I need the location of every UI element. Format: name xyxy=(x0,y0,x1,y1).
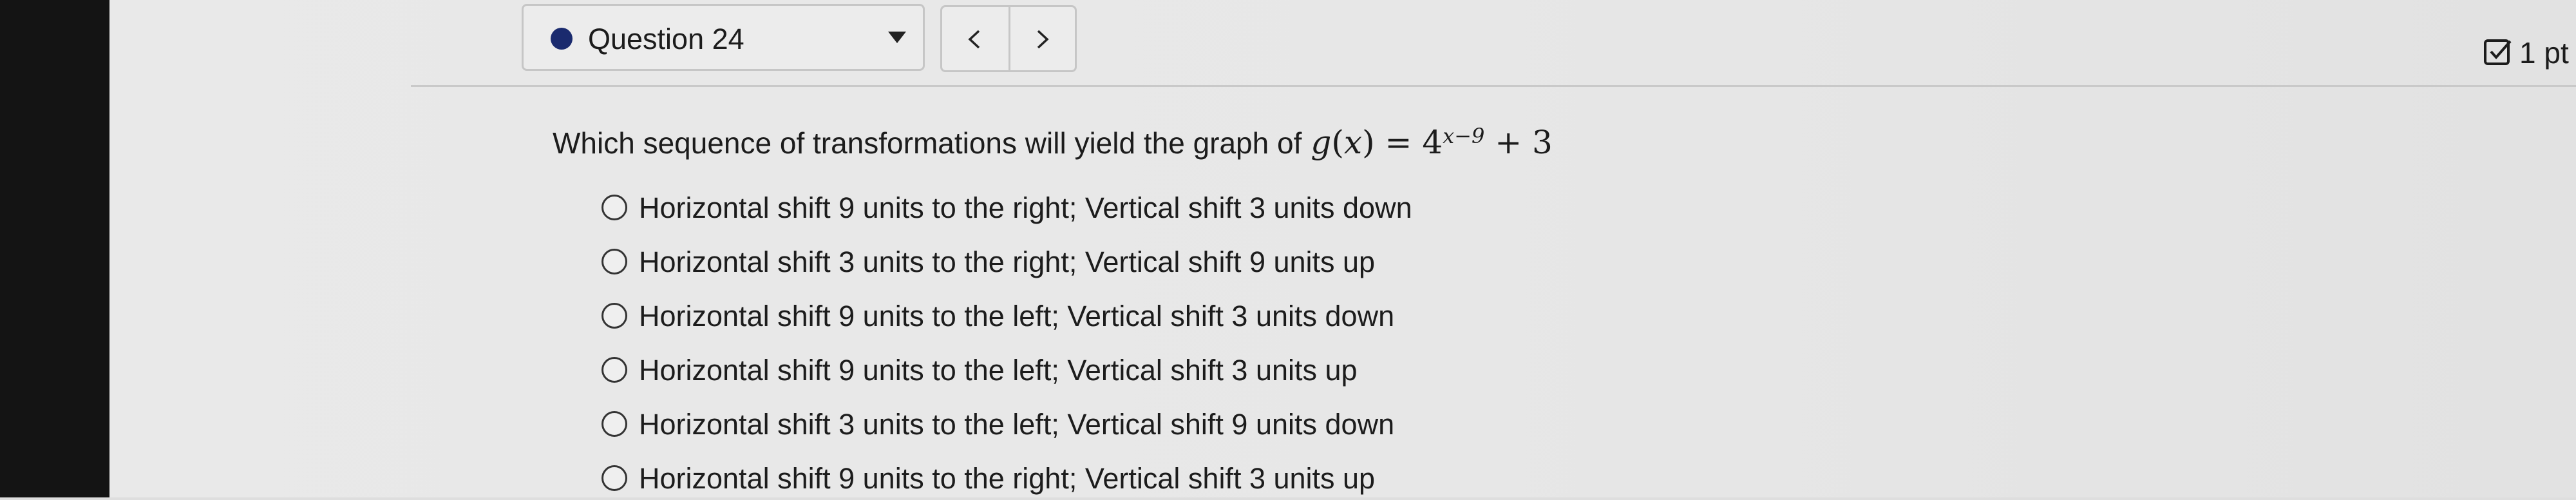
formula-function: g xyxy=(1311,124,1332,161)
previous-question-button[interactable] xyxy=(942,7,1007,70)
chevron-left-icon xyxy=(968,30,980,49)
next-question-button[interactable] xyxy=(1010,7,1075,70)
formula-base: 4 xyxy=(1422,124,1443,161)
question-prompt: Which sequence of transformations will y… xyxy=(553,120,1553,166)
question-selector[interactable]: Question 24 xyxy=(522,4,925,71)
checkbox-icon xyxy=(2484,39,2512,65)
question-label: Question 24 xyxy=(588,23,744,55)
radio-button[interactable] xyxy=(601,465,627,491)
formula-tail: + 3 xyxy=(1495,124,1553,161)
radio-button[interactable] xyxy=(601,195,627,220)
chevron-right-icon xyxy=(1037,30,1049,49)
radio-button[interactable] xyxy=(601,249,627,274)
radio-button[interactable] xyxy=(601,411,627,437)
caret-down-icon xyxy=(888,32,906,43)
radio-button[interactable] xyxy=(601,357,627,383)
answer-option[interactable]: Horizontal shift 9 units to the right; V… xyxy=(601,188,1503,229)
answer-option[interactable]: Horizontal shift 3 units to the left; Ve… xyxy=(601,405,1503,446)
answer-option-label: Horizontal shift 3 units to the right; V… xyxy=(639,245,1376,278)
quiz-page: Question 24 1 pt 1 i Which sequence of xyxy=(109,0,2576,497)
question-formula: g(x) = 4x−9 + 3 xyxy=(1311,124,1553,161)
answer-option[interactable]: Horizontal shift 9 units to the left; Ve… xyxy=(601,351,1503,392)
screen-bezel xyxy=(0,0,109,497)
answer-option[interactable]: Horizontal shift 9 units to the right; V… xyxy=(601,459,1503,500)
formula-exponent: x−9 xyxy=(1443,124,1485,148)
answer-option[interactable]: Horizontal shift 3 units to the right; V… xyxy=(601,242,1503,284)
answer-option-label: Horizontal shift 9 units to the right; V… xyxy=(639,191,1412,224)
question-nav xyxy=(940,5,1077,72)
answer-option-label: Horizontal shift 9 units to the right; V… xyxy=(639,462,1376,495)
answer-option-label: Horizontal shift 9 units to the left; Ve… xyxy=(639,300,1395,332)
answer-option[interactable]: Horizontal shift 9 units to the left; Ve… xyxy=(601,296,1503,338)
answer-option-label: Horizontal shift 3 units to the left; Ve… xyxy=(639,408,1395,441)
question-text: Which sequence of transformations will y… xyxy=(553,126,1302,160)
radio-button[interactable] xyxy=(601,303,627,329)
points-value: 1 pt xyxy=(2519,36,2569,70)
answer-option-label: Horizontal shift 9 units to the left; Ve… xyxy=(639,354,1358,387)
question-status-dot xyxy=(551,28,573,50)
header-divider xyxy=(411,85,2576,87)
formula-variable: x xyxy=(1343,124,1363,161)
